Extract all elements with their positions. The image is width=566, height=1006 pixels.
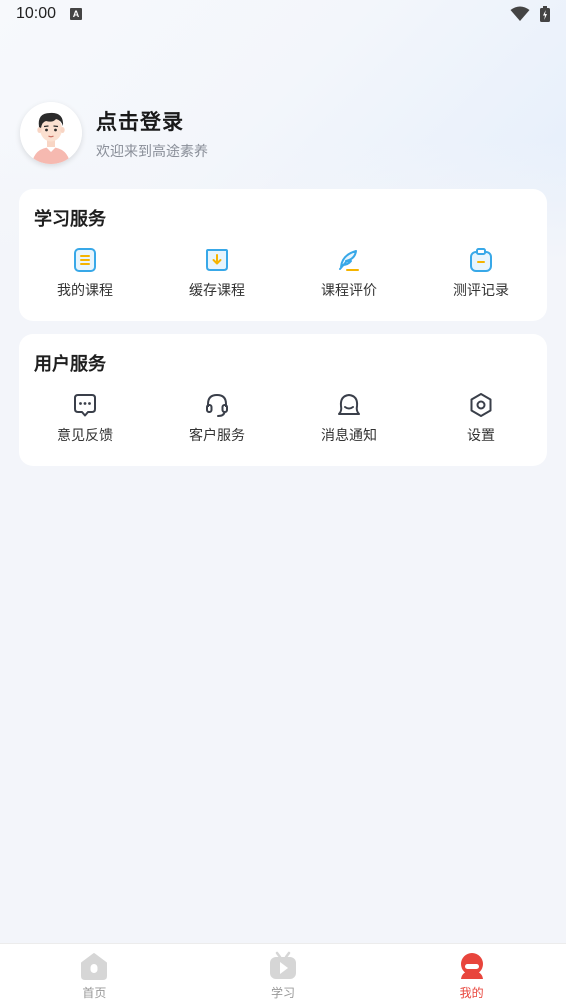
welcome-subtitle: 欢迎来到高途素养: [96, 143, 208, 160]
course-list-icon: [74, 248, 96, 272]
notification-badge: A: [70, 8, 83, 20]
course-review-button[interactable]: 课程评价: [283, 247, 415, 300]
course-review-label: 课程评价: [321, 283, 377, 299]
customer-service-label: 客户服务: [189, 428, 245, 444]
tab-mine[interactable]: 我的: [377, 944, 566, 1006]
clipboard-icon: [470, 248, 492, 272]
status-time: 10:00: [16, 5, 57, 22]
settings-button[interactable]: 设置: [415, 392, 547, 445]
feedback-button[interactable]: 意见反馈: [19, 392, 151, 445]
user-services-title: 用户服务: [34, 354, 106, 375]
settings-label: 设置: [467, 428, 495, 444]
home-icon: [81, 953, 108, 980]
tab-study-label: 学习: [271, 986, 296, 1000]
avatar[interactable]: [20, 102, 82, 164]
cached-courses-label: 缓存课程: [189, 283, 245, 299]
study-services-card: 学习服务 我的课程 缓存课程 课程评价 测评记录: [19, 189, 547, 321]
profile-header[interactable]: 点击登录 欢迎来到高途素养: [20, 102, 208, 164]
assessment-records-button[interactable]: 测评记录: [415, 247, 547, 300]
customer-service-button[interactable]: 客户服务: [151, 392, 283, 445]
user-services-card: 用户服务 意见反馈 客户服务 消息通知 设置: [19, 334, 547, 466]
status-bar: 10:00 A: [0, 0, 566, 28]
settings-hexagon-icon: [470, 393, 492, 417]
chat-bubble-icon: [74, 394, 96, 417]
tab-study[interactable]: 学习: [189, 944, 378, 1006]
notifications-label: 消息通知: [321, 428, 377, 444]
login-title[interactable]: 点击登录: [96, 106, 208, 136]
tab-mine-label: 我的: [459, 986, 484, 1000]
cached-courses-button[interactable]: 缓存课程: [151, 247, 283, 300]
feather-pen-icon: [339, 250, 359, 271]
assessment-records-label: 测评记录: [453, 283, 509, 299]
my-courses-button[interactable]: 我的课程: [19, 247, 151, 300]
tab-home-label: 首页: [82, 986, 107, 1000]
headset-icon: [206, 393, 228, 417]
download-cache-icon: [206, 249, 228, 271]
avatar-illustration-icon: [20, 102, 82, 164]
tab-home[interactable]: 首页: [0, 944, 189, 1006]
wifi-icon: [510, 6, 530, 21]
play-icon: [270, 951, 296, 979]
my-courses-label: 我的课程: [57, 283, 113, 299]
notification-bell-icon: [338, 394, 360, 415]
study-services-title: 学习服务: [34, 209, 106, 230]
bottom-tab-bar: 首页 学习 我的: [0, 943, 566, 1006]
feedback-label: 意见反馈: [57, 428, 113, 444]
battery-icon: [540, 6, 550, 22]
profile-icon: [460, 953, 483, 979]
notifications-button[interactable]: 消息通知: [283, 392, 415, 445]
